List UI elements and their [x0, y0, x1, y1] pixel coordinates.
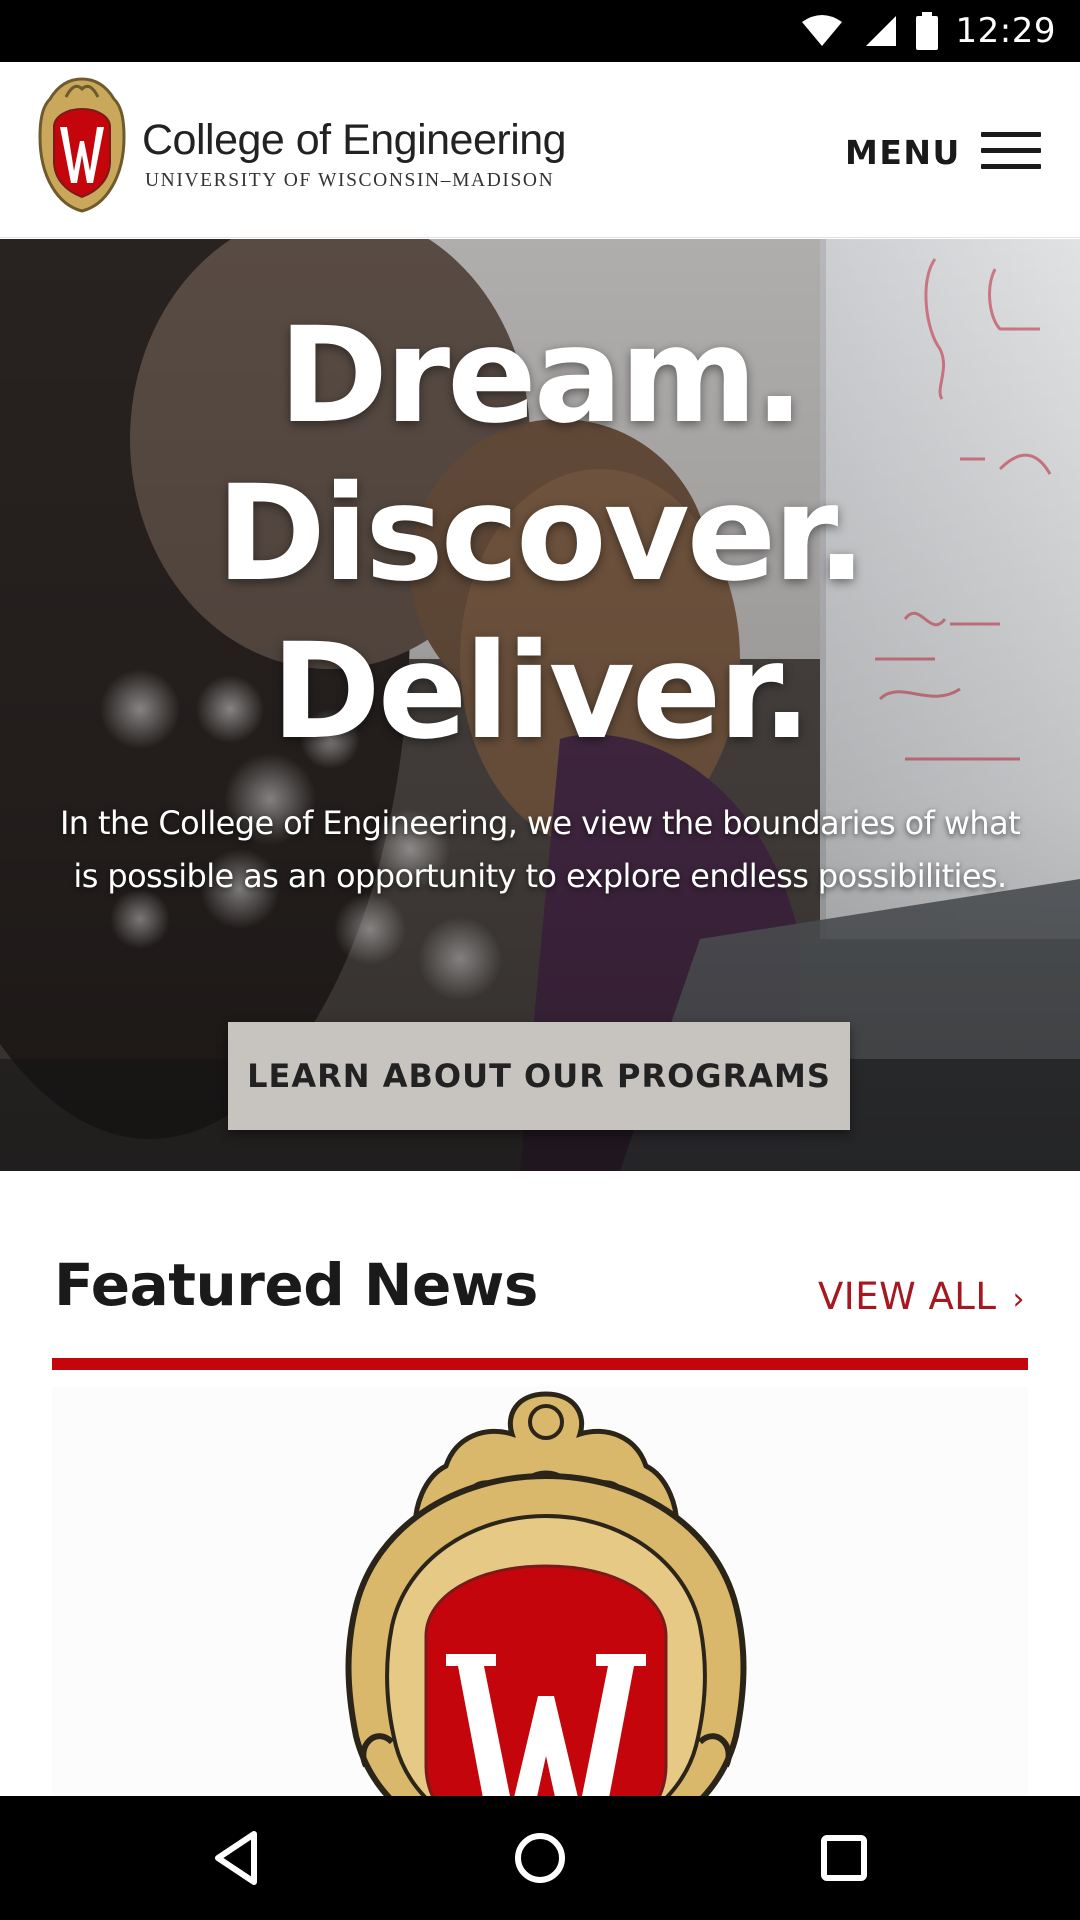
hero-description: In the College of Engineering, we view t…: [59, 804, 1021, 895]
home-icon[interactable]: [500, 1818, 580, 1898]
hero-banner: Dream. Discover. Deliver. In the College…: [0, 239, 1080, 1171]
brand-title[interactable]: College of Engineering: [142, 116, 567, 165]
site-header: College of Engineering UNIVERSITY OF WIS…: [0, 62, 1080, 238]
hero-headline-line: Discover.: [216, 457, 866, 611]
status-time: 12:29: [955, 11, 1056, 51]
hero-headline-line: Dream.: [278, 299, 805, 453]
news-card-image[interactable]: [52, 1386, 1028, 1796]
status-icons: 12:29: [800, 0, 1056, 62]
featured-news-section: Featured News VIEW ALL ›: [0, 1171, 1080, 1796]
menu-label: MENU: [845, 132, 961, 172]
battery-icon: [915, 12, 938, 50]
chevron-right-icon: ›: [1012, 1282, 1025, 1317]
view-all-label: VIEW ALL: [818, 1275, 997, 1318]
menu-button[interactable]: MENU: [845, 122, 1055, 182]
back-icon[interactable]: [198, 1818, 278, 1898]
hero-headline: Dream. Discover. Deliver.: [0, 297, 1080, 771]
status-bar: 12:29: [0, 0, 1080, 62]
wifi-icon: [801, 15, 842, 46]
brand-subtitle: UNIVERSITY OF WISCONSIN–MADISON: [145, 170, 555, 191]
cellular-signal-icon: [865, 16, 896, 46]
section-divider: [52, 1358, 1028, 1370]
uw-crest-image: [345, 1391, 747, 1796]
hamburger-menu-icon: [981, 132, 1041, 172]
hero-headline-line: Deliver.: [271, 615, 812, 769]
system-nav-bar: [0, 1796, 1080, 1920]
learn-about-programs-button[interactable]: LEARN ABOUT OUR PROGRAMS: [228, 1022, 850, 1130]
featured-news-title: Featured News: [54, 1251, 538, 1319]
uw-crest-logo[interactable]: [36, 75, 128, 215]
view-all-link[interactable]: VIEW ALL ›: [818, 1275, 1025, 1318]
recents-icon[interactable]: [804, 1818, 884, 1898]
